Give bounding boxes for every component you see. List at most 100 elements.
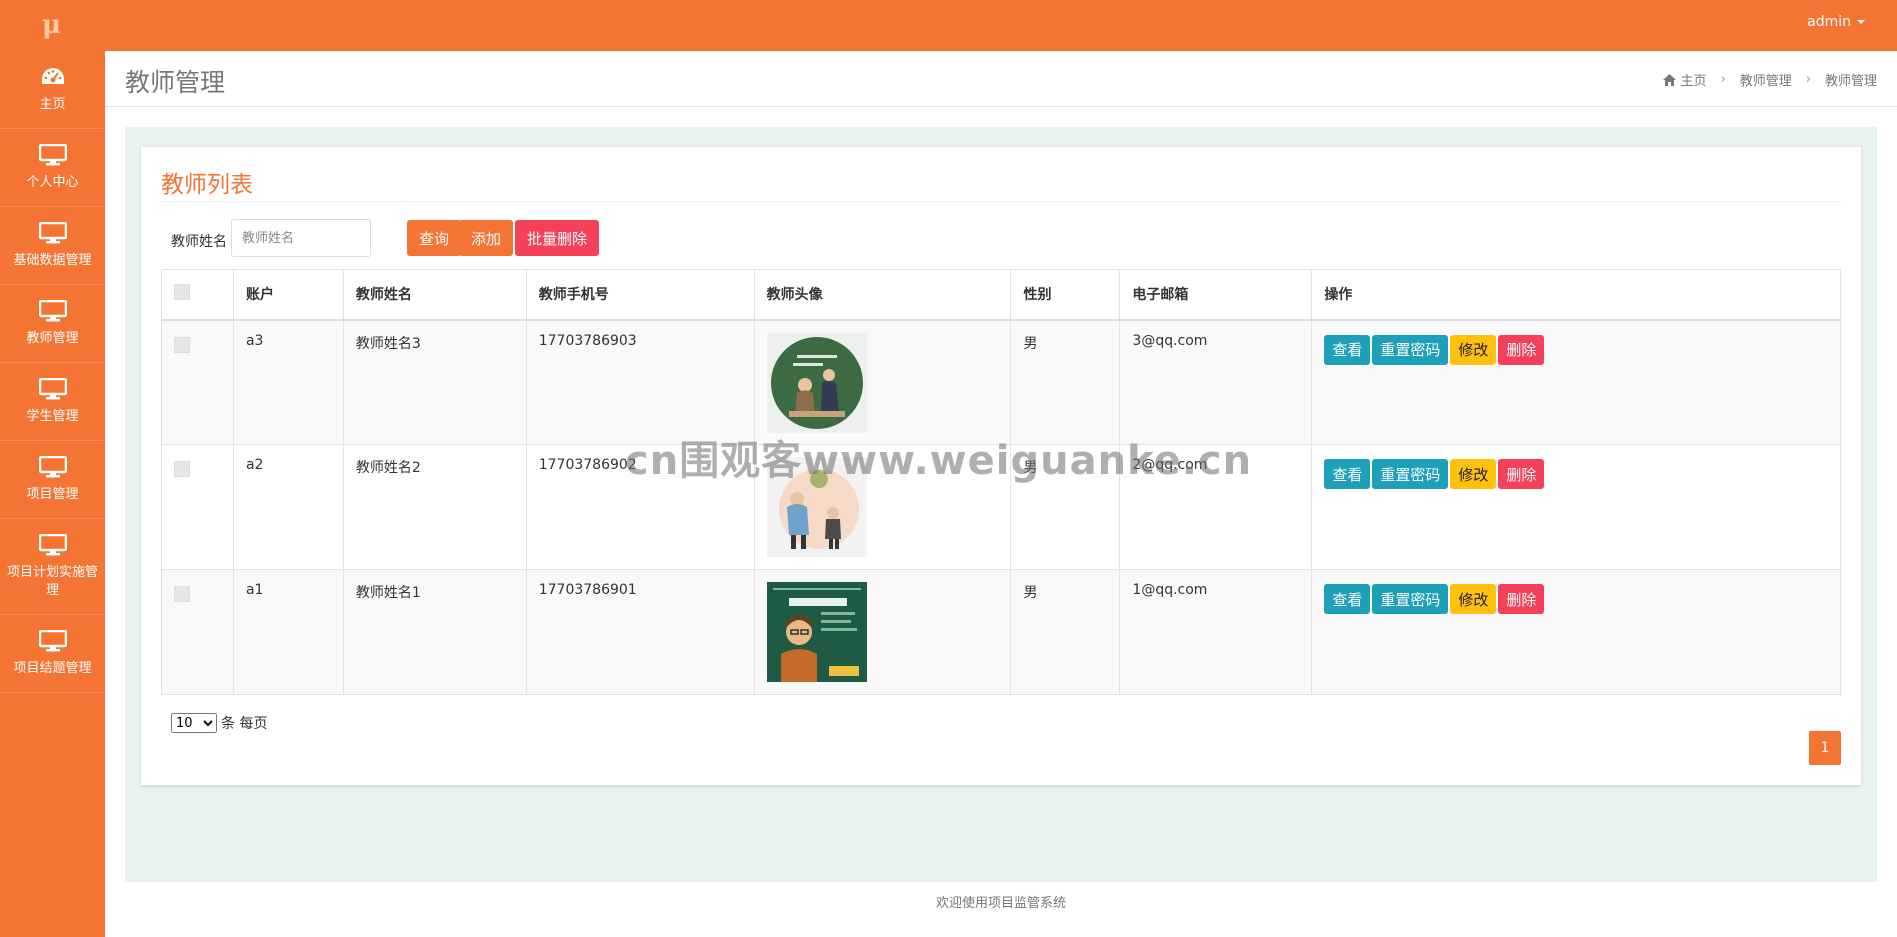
row-select-cell (161, 319, 234, 445)
sidebar-item-label: 基础数据管理 (13, 252, 92, 268)
account-cell: a2 (232, 444, 344, 570)
page-header: 教师管理 主页 › 教师管理 › 教师管理 (105, 51, 1897, 107)
phone-cell: 17703786902 (525, 444, 755, 570)
column-header: 性别 (1010, 269, 1121, 321)
user-name: admin (1807, 14, 1851, 30)
sidebar-item-label: 项目结题管理 (13, 660, 92, 676)
gender-cell: 男 (1010, 444, 1121, 570)
actions-cell: 查看 重置密码 修改 删除 (1311, 444, 1841, 570)
teacher-avatar-image (766, 332, 867, 433)
dashboard-icon (41, 67, 64, 84)
sidebar-item-students[interactable]: 学生管理 (0, 363, 105, 441)
sidebar-item-label: 项目计划实施管理 (6, 564, 98, 598)
view-button[interactable]: 查看 (1324, 584, 1371, 614)
row-actions: 查看 重置密码 修改 删除 (1324, 333, 1828, 365)
actions-cell: 查看 重置密码 修改 删除 (1311, 319, 1841, 445)
name-cell: 教师姓名3 (342, 319, 527, 445)
gender-cell: 男 (1010, 569, 1121, 695)
reset-password-button[interactable]: 重置密码 (1372, 334, 1449, 365)
chevron-right-icon: › (1720, 72, 1726, 87)
teacher-list-card: 教师列表 教师姓名 查询 添加 批量删除 账户 教师姓名 教师手机号 教师头像 … (141, 147, 1861, 785)
query-button[interactable]: 查询 (407, 220, 462, 256)
edit-button[interactable]: 修改 (1450, 584, 1497, 614)
breadcrumb-current: 教师管理 (1824, 74, 1877, 89)
delete-button[interactable]: 删除 (1498, 584, 1545, 614)
edit-button[interactable]: 修改 (1450, 459, 1497, 489)
row-checkbox[interactable] (174, 336, 190, 353)
row-checkbox[interactable] (174, 461, 190, 477)
name-cell: 教师姓名1 (342, 569, 527, 695)
row-checkbox[interactable] (174, 586, 190, 602)
sidebar-item-base-data[interactable]: 基础数据管理 (0, 207, 105, 285)
search-label: 教师姓名 (171, 234, 227, 250)
email-cell: 3@qq.com (1119, 319, 1313, 445)
sidebar-item-label: 项目管理 (26, 486, 79, 502)
delete-button[interactable]: 删除 (1498, 459, 1545, 489)
teacher-avatar-image (766, 457, 867, 557)
main-area: 教师管理 主页 › 教师管理 › 教师管理 教师列表 教师姓名 查询 添加 批量… (105, 51, 1897, 937)
header-select-all (161, 269, 234, 321)
logo: μ (42, 10, 62, 40)
home-icon (1662, 73, 1676, 86)
select-all-checkbox[interactable] (174, 284, 190, 301)
row-actions: 查看 重置密码 修改 删除 (1324, 457, 1828, 489)
table-row: a2 教师姓名2 17703786902 男 2@qq.com 查看 重置密码 … (161, 444, 1841, 570)
top-bar: μ admin (0, 0, 1897, 51)
row-actions: 查看 重置密码 修改 删除 (1324, 582, 1828, 614)
monitor-icon (38, 377, 67, 399)
sidebar-item-label: 学生管理 (26, 408, 79, 424)
actions-cell: 查看 重置密码 修改 删除 (1311, 569, 1841, 695)
monitor-icon (38, 533, 67, 555)
breadcrumb-home-link[interactable]: 主页 (1681, 70, 1707, 89)
batch-delete-button[interactable]: 批量删除 (515, 220, 600, 256)
sidebar-item-profile[interactable]: 个人中心 (0, 129, 105, 207)
column-header: 电子邮箱 (1119, 269, 1313, 321)
reset-password-button[interactable]: 重置密码 (1372, 459, 1449, 489)
delete-button[interactable]: 删除 (1498, 334, 1545, 365)
edit-button[interactable]: 修改 (1450, 334, 1497, 365)
column-header: 教师手机号 (525, 269, 755, 321)
page-size-suffix: 条 每页 (221, 716, 268, 732)
email-cell: 1@qq.com (1119, 569, 1313, 695)
phone-cell: 17703786901 (525, 569, 755, 695)
account-cell: a3 (232, 319, 344, 445)
reset-password-button[interactable]: 重置密码 (1372, 584, 1449, 614)
avatar-cell (753, 569, 1012, 695)
table-row: a3 教师姓名3 17703786903 男 3@qq.com 查看 重置密码 … (161, 319, 1841, 445)
name-cell: 教师姓名2 (342, 444, 527, 570)
sidebar-item-label: 个人中心 (26, 174, 79, 190)
sidebar-item-project-plans[interactable]: 项目计划实施管理 (0, 519, 105, 615)
column-header: 教师头像 (753, 269, 1012, 321)
phone-cell: 17703786903 (525, 319, 755, 445)
view-button[interactable]: 查看 (1324, 459, 1371, 489)
sidebar-item-teachers[interactable]: 教师管理 (0, 285, 105, 363)
row-select-cell (161, 569, 234, 695)
sidebar-item-project-closing[interactable]: 项目结题管理 (0, 615, 105, 693)
monitor-icon (38, 629, 67, 651)
teacher-table: 账户 教师姓名 教师手机号 教师头像 性别 电子邮箱 操作 a3 教师姓名3 1… (161, 269, 1841, 695)
page-title: 教师管理 (125, 68, 226, 97)
card-title: 教师列表 (161, 172, 253, 198)
teacher-name-search-input[interactable] (231, 219, 371, 257)
column-header: 账户 (232, 269, 344, 321)
breadcrumb-item[interactable]: 教师管理 (1740, 70, 1792, 89)
sidebar-item-projects[interactable]: 项目管理 (0, 441, 105, 519)
column-header: 教师姓名 (342, 269, 527, 321)
sidebar-item-label: 教师管理 (26, 330, 79, 346)
column-header: 操作 (1311, 269, 1841, 321)
avatar-cell (753, 319, 1012, 445)
add-button[interactable]: 添加 (459, 220, 514, 256)
row-select-cell (161, 444, 234, 570)
page-number-button[interactable]: 1 (1809, 731, 1841, 765)
sidebar-item-label: 主页 (39, 96, 66, 112)
divider (161, 201, 1841, 202)
caret-down-icon (1857, 20, 1865, 24)
account-cell: a1 (232, 569, 344, 695)
sidebar-item-home[interactable]: 主页 (0, 51, 105, 129)
view-button[interactable]: 查看 (1324, 334, 1371, 365)
monitor-icon (38, 221, 67, 243)
email-cell: 2@qq.com (1119, 444, 1313, 570)
monitor-icon (38, 143, 67, 165)
page-size-select[interactable]: 10 (171, 713, 217, 733)
user-menu[interactable]: admin (1807, 14, 1865, 30)
